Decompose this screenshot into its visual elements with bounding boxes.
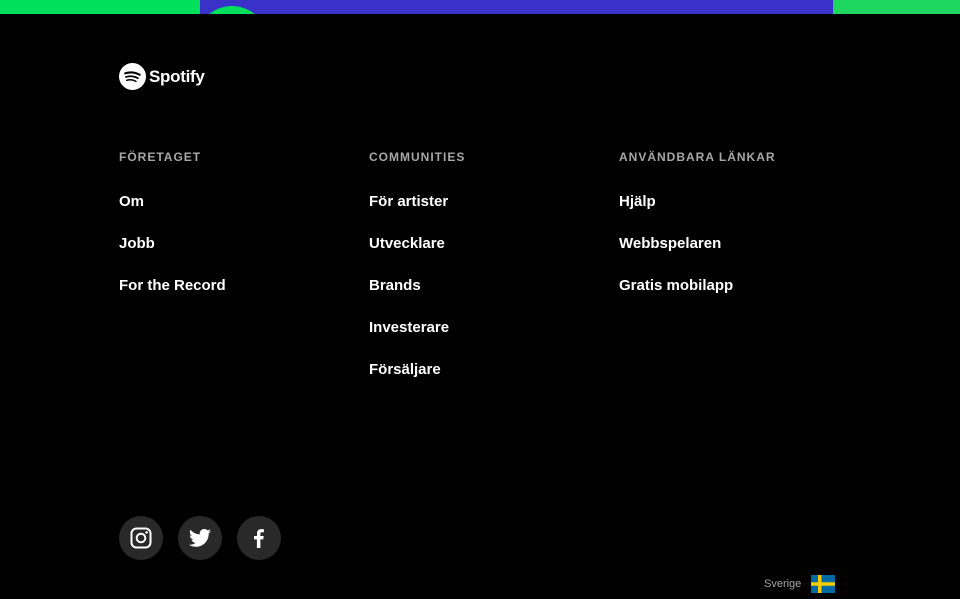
spotify-wordmark: Spotify <box>149 66 205 86</box>
footer-link-gratis-mobilapp[interactable]: Gratis mobilapp <box>619 276 733 296</box>
banner-green-right <box>833 0 960 14</box>
column-title: ANVÄNDBARA LÄNKAR <box>619 150 776 164</box>
sweden-flag-icon <box>811 575 836 593</box>
banner-green-left <box>0 0 205 14</box>
top-banner-strip <box>0 0 960 14</box>
twitter-icon <box>189 529 211 547</box>
footer-link-utvecklare[interactable]: Utvecklare <box>369 234 445 254</box>
facebook-icon <box>254 529 264 548</box>
footer-column-communities: COMMUNITIES För artister Utvecklare Bran… <box>369 150 465 402</box>
instagram-icon <box>130 527 152 549</box>
footer-column-company: FÖRETAGET Om Jobb For the Record <box>119 150 226 318</box>
twitter-button[interactable] <box>178 516 222 560</box>
footer-link-jobb[interactable]: Jobb <box>119 234 155 254</box>
facebook-button[interactable] <box>237 516 281 560</box>
footer-link-hjalp[interactable]: Hjälp <box>619 192 656 212</box>
country-selector[interactable]: Sverige <box>764 575 836 593</box>
footer-column-useful-links: ANVÄNDBARA LÄNKAR Hjälp Webbspelaren Gra… <box>619 150 776 318</box>
footer-link-webbspelaren[interactable]: Webbspelaren <box>619 234 721 254</box>
footer-link-for-artister[interactable]: För artister <box>369 192 448 212</box>
footer-link-investerare[interactable]: Investerare <box>369 318 449 338</box>
instagram-button[interactable] <box>119 516 163 560</box>
column-title: FÖRETAGET <box>119 150 202 164</box>
footer-link-for-the-record[interactable]: For the Record <box>119 276 226 296</box>
spotify-footer-page: Spotify FÖRETAGET Om Jobb For the Record… <box>0 0 960 599</box>
banner-blue <box>200 0 835 14</box>
footer-link-brands[interactable]: Brands <box>369 276 421 296</box>
spotify-logo-icon <box>119 63 146 90</box>
country-label: Sverige <box>764 578 802 590</box>
column-title: COMMUNITIES <box>369 150 466 164</box>
footer-link-om[interactable]: Om <box>119 192 144 212</box>
footer-link-forsaljare[interactable]: Försäljare <box>369 360 441 380</box>
social-links <box>119 516 281 560</box>
spotify-logo-link[interactable]: Spotify <box>119 63 205 90</box>
